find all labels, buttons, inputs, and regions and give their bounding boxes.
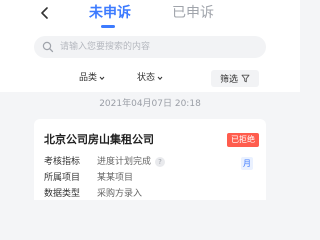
search-icon <box>42 41 54 53</box>
category-filter-label: 品类 <box>79 73 98 83</box>
help-icon[interactable]: ? <box>155 157 166 167</box>
filter-button[interactable]: 筛选 <box>211 70 259 87</box>
row-label: 所属项目 <box>44 173 81 183</box>
card-title: 北京公司房山集租公司 <box>44 133 154 146</box>
row-value: 进度计划完成 ? <box>97 156 166 168</box>
filter-button-label: 筛选 <box>219 75 238 85</box>
tab-appealed[interactable]: 已申诉 <box>172 4 214 22</box>
filter-bar: 品类 状态 筛选 <box>0 66 300 92</box>
screen: 未申诉 已申诉 品类 状态 筛选 <box>0 0 300 200</box>
search-input[interactable] <box>60 39 260 55</box>
back-button[interactable] <box>36 4 52 22</box>
month-chip: 月 <box>241 157 253 170</box>
back-arrow-icon <box>41 7 48 19</box>
row-value: 采购方录入 <box>97 189 143 199</box>
caret-down-icon <box>99 76 105 80</box>
indicator-value: 进度计划完成 <box>97 157 152 167</box>
card-row-project: 所属项目 某某项目 <box>44 172 133 184</box>
row-label: 数据类型 <box>44 189 81 199</box>
status-badge: 已拒绝 <box>227 133 259 147</box>
row-value: 某某项目 <box>97 173 134 183</box>
card-row-indicator: 考核指标 进度计划完成 ? <box>44 156 166 168</box>
status-filter-label: 状态 <box>137 73 156 83</box>
status-filter[interactable]: 状态 <box>137 72 163 84</box>
filter-funnel-icon <box>241 74 250 83</box>
tab-unappealed[interactable]: 未申诉 <box>89 4 131 22</box>
caret-down-icon <box>157 76 163 80</box>
search-box[interactable] <box>34 36 266 58</box>
header: 未申诉 已申诉 <box>0 0 300 30</box>
search-bar <box>0 30 300 66</box>
appeal-card[interactable]: 北京公司房山集租公司 已拒绝 考核指标 进度计划完成 ? 月 所属项目 某某项目… <box>34 119 266 200</box>
tab-active-indicator <box>101 25 115 28</box>
category-filter[interactable]: 品类 <box>79 72 105 84</box>
list-date: 2021年04月07日 20:18 <box>99 99 201 109</box>
row-label: 考核指标 <box>44 157 81 167</box>
card-row-data-type: 数据类型 采购方录入 <box>44 188 142 200</box>
